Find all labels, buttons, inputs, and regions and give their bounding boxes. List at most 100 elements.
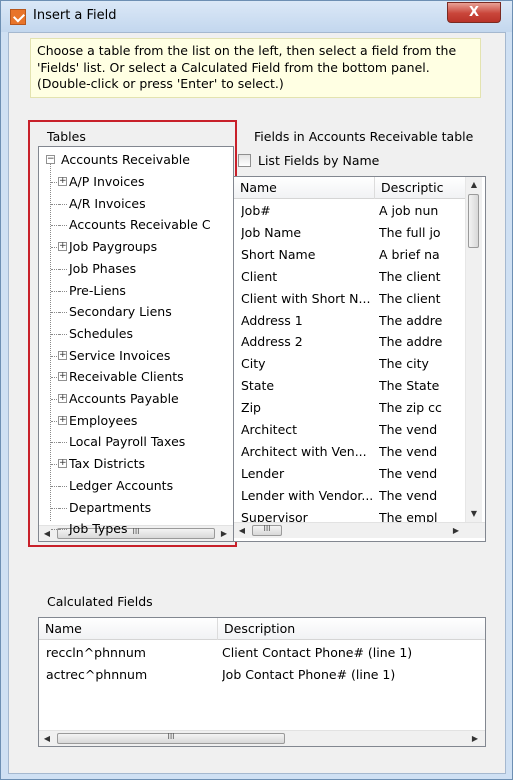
tree-item-schedules[interactable]: Schedules [69, 325, 133, 342]
field-name: Client with Short N... [241, 290, 371, 306]
calc-hscrollbar[interactable]: ◀ III ▶ [39, 730, 485, 746]
tables-tree[interactable]: − Accounts Receivable ◀ III ▶ + A/P Invoi… [38, 146, 234, 542]
field-description: The client [379, 290, 441, 306]
calculated-fields-list[interactable]: Name Description reccln^phnnum Client Con… [38, 617, 486, 747]
tree-item-a-p-invoices[interactable]: A/P Invoices [69, 173, 144, 190]
field-row[interactable]: State The State [234, 375, 465, 396]
tree-connector [51, 268, 59, 270]
field-description: The State [379, 378, 440, 394]
field-row[interactable]: Architect The vend [234, 419, 465, 440]
fields-label: Fields in Accounts Receivable table [254, 129, 474, 144]
field-name: Short Name [241, 246, 316, 262]
expand-icon[interactable]: + [58, 459, 67, 469]
tree-connector [51, 290, 59, 292]
tree-item-local-payroll-taxes[interactable]: Local Payroll Taxes [69, 433, 185, 450]
expand-icon[interactable]: + [58, 242, 67, 252]
field-description: The full jo [379, 224, 441, 240]
tree-item-secondary-liens[interactable]: Secondary Liens [69, 303, 172, 320]
field-name: Address 2 [241, 334, 303, 350]
expand-icon[interactable]: + [58, 177, 67, 186]
app-icon [10, 9, 26, 25]
fields-list[interactable]: Name Descriptic Job# A job nun Job Name The… [233, 176, 486, 542]
scroll-thumb[interactable]: III [57, 733, 285, 744]
field-row[interactable]: Lender with Vendor... The vend [234, 485, 465, 506]
tree-item-employees[interactable]: Employees [69, 412, 137, 429]
tree-connector [59, 442, 67, 444]
field-row[interactable]: Lender The vend [234, 463, 465, 484]
calc-col-description[interactable]: Description [218, 618, 485, 640]
calculated-name: reccln^phnnum [46, 645, 146, 660]
calculated-fields-label: Calculated Fields [47, 594, 153, 609]
tree-connector [51, 225, 59, 227]
field-row[interactable]: Job# A job nun [234, 200, 465, 221]
field-row[interactable]: Zip The zip cc [234, 397, 465, 418]
list-by-name-label[interactable]: List Fields by Name [258, 153, 379, 168]
scroll-thumb-vertical[interactable] [468, 194, 479, 248]
field-row[interactable]: Job Name The full jo [234, 222, 465, 243]
tree-item-accounts-payable[interactable]: Accounts Payable [69, 390, 179, 407]
tree-root-accounts-receivable[interactable]: Accounts Receivable [61, 151, 190, 168]
tree-item-receivable-clients[interactable]: Receivable Clients [69, 368, 184, 385]
tree-connector [50, 164, 51, 521]
scroll-right-icon[interactable]: ▶ [216, 526, 232, 541]
list-by-name-checkbox[interactable] [238, 154, 251, 167]
tree-connector [51, 312, 59, 314]
scroll-up-icon[interactable]: ▲ [466, 177, 482, 192]
scroll-thumb[interactable]: III [252, 525, 282, 536]
calculated-row[interactable]: actrec^phnnum Job Contact Phone# (line 1) [39, 664, 485, 685]
field-name: Client [241, 268, 278, 284]
tree-connector [59, 485, 67, 487]
field-description: The vend [379, 465, 438, 481]
calculated-description: Job Contact Phone# (line 1) [222, 667, 396, 682]
field-name: City [241, 356, 266, 372]
tree-item-pre-liens[interactable]: Pre-Liens [69, 282, 126, 299]
fields-hscrollbar[interactable]: ◀ III ▶ [234, 522, 485, 538]
field-description: A job nun [379, 203, 439, 218]
tree-item-accounts-receivable-c[interactable]: Accounts Receivable C [69, 216, 211, 233]
field-description: The addre [379, 334, 443, 350]
tree-item-departments[interactable]: Departments [69, 499, 151, 516]
tree-item-a-r-invoices[interactable]: A/R Invoices [69, 195, 146, 212]
field-name: Job# [241, 203, 271, 218]
tree-item-job-phases[interactable]: Job Phases [69, 260, 136, 277]
tree-connector [59, 203, 67, 205]
field-description: The vend [379, 422, 438, 437]
calculated-row[interactable]: reccln^phnnum Client Contact Phone# (line… [39, 642, 485, 663]
tree-connector [59, 268, 67, 270]
tree-item-ledger-accounts[interactable]: Ledger Accounts [69, 477, 173, 494]
field-name: Zip [241, 400, 261, 416]
field-row[interactable]: Short Name A brief na [234, 244, 465, 265]
field-row[interactable]: Architect with Ven... The vend [234, 441, 465, 462]
tree-connector [59, 225, 67, 227]
scroll-right-icon[interactable]: ▶ [467, 731, 483, 746]
calc-col-name[interactable]: Name [39, 618, 217, 640]
tree-item-tax-districts[interactable]: Tax Districts [69, 455, 145, 472]
field-description: The zip cc [379, 400, 442, 416]
fields-col-description[interactable]: Descriptic [375, 177, 465, 199]
field-row[interactable]: Client The client [234, 266, 465, 287]
tree-item-job-paygroups[interactable]: Job Paygroups [69, 238, 157, 255]
expand-icon[interactable]: + [58, 394, 67, 403]
scroll-down-icon[interactable]: ▼ [466, 506, 482, 521]
scroll-left-icon[interactable]: ◀ [234, 523, 250, 538]
field-row[interactable]: Client with Short N... The client [234, 288, 465, 309]
field-row[interactable]: Address 2 The addre [234, 331, 465, 352]
fields-col-name[interactable]: Name [234, 177, 374, 199]
collapse-icon[interactable]: − [46, 155, 55, 164]
field-name: Architect with Ven... [241, 443, 367, 459]
fields-vscrollbar[interactable]: ▲ ▼ [465, 177, 482, 522]
close-button[interactable]: X [447, 2, 501, 23]
field-row[interactable]: City The city [234, 353, 465, 374]
title-bar: Insert a Field X [1, 1, 512, 32]
expand-icon[interactable]: + [58, 350, 67, 360]
field-description: The vend [379, 487, 438, 503]
tree-item-service-invoices[interactable]: Service Invoices [69, 347, 170, 364]
expand-icon[interactable]: + [58, 372, 67, 382]
field-row[interactable]: Address 1 The addre [234, 310, 465, 331]
calculated-description: Client Contact Phone# (line 1) [222, 645, 413, 660]
scroll-right-icon[interactable]: ▶ [448, 523, 464, 538]
tree-connector [51, 485, 59, 487]
expand-icon[interactable]: + [58, 415, 67, 425]
scroll-left-icon[interactable]: ◀ [39, 731, 55, 746]
tree-item-job-types[interactable]: Job Types [69, 520, 127, 537]
